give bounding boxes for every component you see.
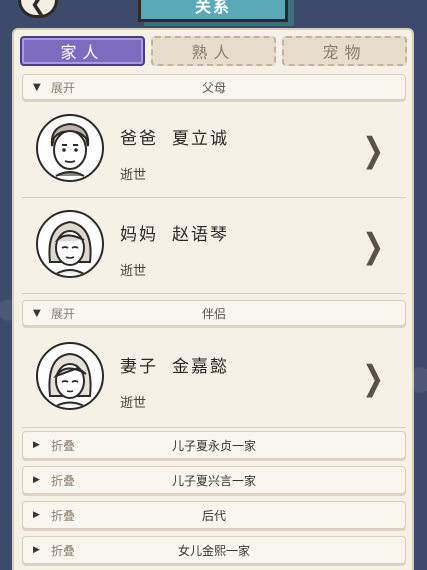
member-card-father[interactable]: 爸爸 夏立诚 逝世 ❯ <box>22 102 406 198</box>
section-state: 展开 <box>51 80 76 95</box>
page-title: 关系 <box>194 0 231 16</box>
expanded-arrow-icon: ▼ <box>33 307 41 319</box>
member-role: 妈妈 <box>120 225 158 245</box>
section-state: 展开 <box>51 306 76 321</box>
collapsed-arrow-icon: ▶ <box>33 475 40 485</box>
member-role: 爸爸 <box>120 129 158 149</box>
section-header-partner[interactable]: ▼ 展开 伴侣 <box>22 300 406 326</box>
chevron-left-icon: ❮ <box>29 0 47 15</box>
group-state: 折叠 <box>51 473 76 488</box>
member-role: 妻子 <box>120 357 158 377</box>
group-row-son-xingyan[interactable]: ▶ 折叠 儿子夏兴言一家 <box>22 466 406 494</box>
group-row-daughter-jinxi[interactable]: ▶ 折叠 女儿金熙一家 <box>22 536 406 564</box>
member-card-wife[interactable]: 妻子 金嘉懿 逝世 ❯ <box>22 330 406 428</box>
tab-acquaintances[interactable]: 熟人 <box>151 36 276 66</box>
expanded-arrow-icon: ▼ <box>33 81 41 93</box>
group-row-son-yongzhen[interactable]: ▶ 折叠 儿子夏永贞一家 <box>22 431 406 459</box>
avatar-mother <box>36 210 104 278</box>
group-state: 折叠 <box>51 508 76 523</box>
tab-pets[interactable]: 宠物 <box>282 36 407 66</box>
group-state: 折叠 <box>51 438 76 453</box>
collapsed-arrow-icon: ▶ <box>33 545 40 555</box>
avatar-wife <box>36 342 104 410</box>
chevron-right-icon: ❯ <box>362 359 384 399</box>
member-card-mother[interactable]: 妈妈 赵语琴 逝世 ❯ <box>22 198 406 294</box>
avatar-father <box>36 114 104 182</box>
chevron-right-icon: ❯ <box>362 131 384 171</box>
member-name: 金嘉懿 <box>172 357 229 377</box>
member-status: 逝世 <box>120 168 147 183</box>
title-tab: 关系 <box>138 0 288 22</box>
collapsed-arrow-icon: ▶ <box>33 440 40 450</box>
section-header-parents[interactable]: ▼ 展开 父母 <box>22 74 406 100</box>
member-name: 夏立诚 <box>172 129 229 149</box>
collapsed-arrow-icon: ▶ <box>33 510 40 520</box>
chevron-right-icon: ❯ <box>362 227 384 267</box>
member-status: 逝世 <box>120 264 147 279</box>
tab-family[interactable]: 家人 <box>20 36 145 66</box>
member-status: 逝世 <box>120 396 147 411</box>
member-name: 赵语琴 <box>172 225 229 245</box>
group-row-descendants[interactable]: ▶ 折叠 后代 <box>22 501 406 529</box>
category-tabs: 家人 熟人 宠物 <box>20 36 407 66</box>
group-state: 折叠 <box>51 543 76 558</box>
